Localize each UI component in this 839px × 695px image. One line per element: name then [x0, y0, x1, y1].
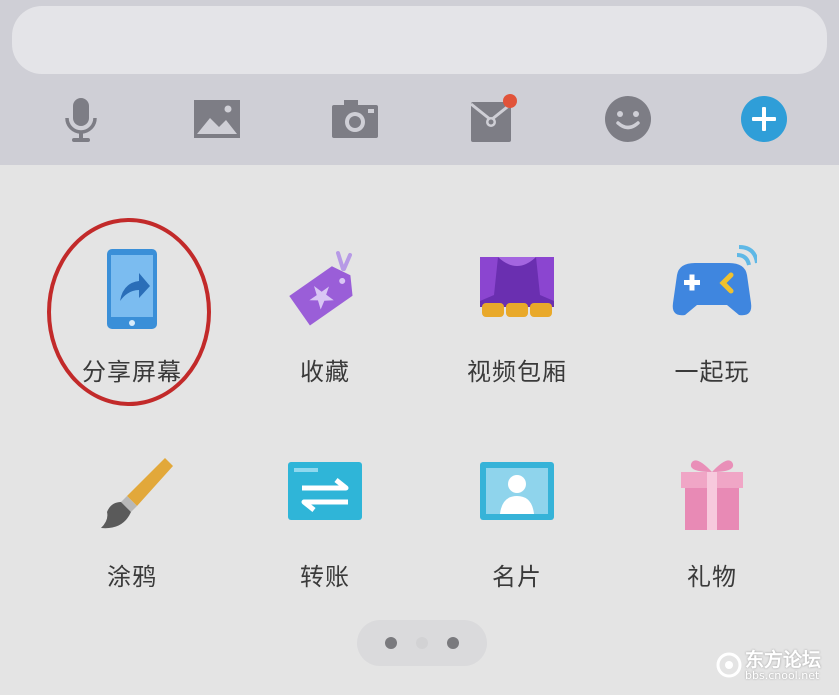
video-theater-icon	[472, 245, 562, 335]
app-contact-card[interactable]: 名片	[422, 450, 612, 600]
app-share-screen[interactable]: 分享屏幕	[37, 245, 227, 395]
chat-input-area	[0, 0, 839, 165]
gift-icon	[667, 450, 757, 540]
plus-icon[interactable]	[739, 94, 789, 144]
app-label: 涂鸦	[107, 563, 157, 591]
camera-icon[interactable]	[330, 94, 380, 144]
transfer-icon	[280, 450, 370, 540]
emoji-icon[interactable]	[603, 94, 653, 144]
app-label: 转账	[300, 563, 350, 591]
app-label: 收藏	[300, 358, 350, 386]
page-indicator[interactable]	[357, 620, 487, 666]
watermark: 东方论坛 bbs.cnool.net	[715, 645, 827, 687]
share-screen-icon	[87, 245, 177, 335]
page-dot-active[interactable]	[416, 637, 428, 649]
app-gift[interactable]: 礼物	[617, 450, 807, 600]
app-play-together[interactable]: 一起玩	[617, 245, 807, 395]
app-label: 分享屏幕	[82, 358, 182, 386]
watermark-name: 东方论坛	[745, 649, 822, 671]
microphone-icon[interactable]	[56, 94, 106, 144]
contact-card-icon	[472, 450, 562, 540]
watermark-url: bbs.cnool.net	[745, 669, 820, 682]
app-label: 礼物	[687, 563, 737, 591]
page-dot[interactable]	[447, 637, 459, 649]
app-transfer[interactable]: 转账	[230, 450, 420, 600]
app-label: 视频包厢	[467, 358, 567, 386]
app-label: 一起玩	[674, 358, 750, 386]
app-label: 名片	[492, 563, 542, 591]
favorites-icon	[280, 245, 370, 335]
page-dot[interactable]	[385, 637, 397, 649]
image-icon[interactable]	[192, 94, 242, 144]
app-doodle[interactable]: 涂鸦	[37, 450, 227, 600]
app-favorites[interactable]: 收藏	[230, 245, 420, 395]
message-input[interactable]	[12, 6, 827, 74]
gamepad-icon	[667, 245, 757, 335]
watermark-logo-icon	[716, 652, 742, 678]
paintbrush-icon	[87, 450, 177, 540]
app-video-theater[interactable]: 视频包厢	[422, 245, 612, 395]
red-packet-icon[interactable]	[468, 94, 518, 144]
